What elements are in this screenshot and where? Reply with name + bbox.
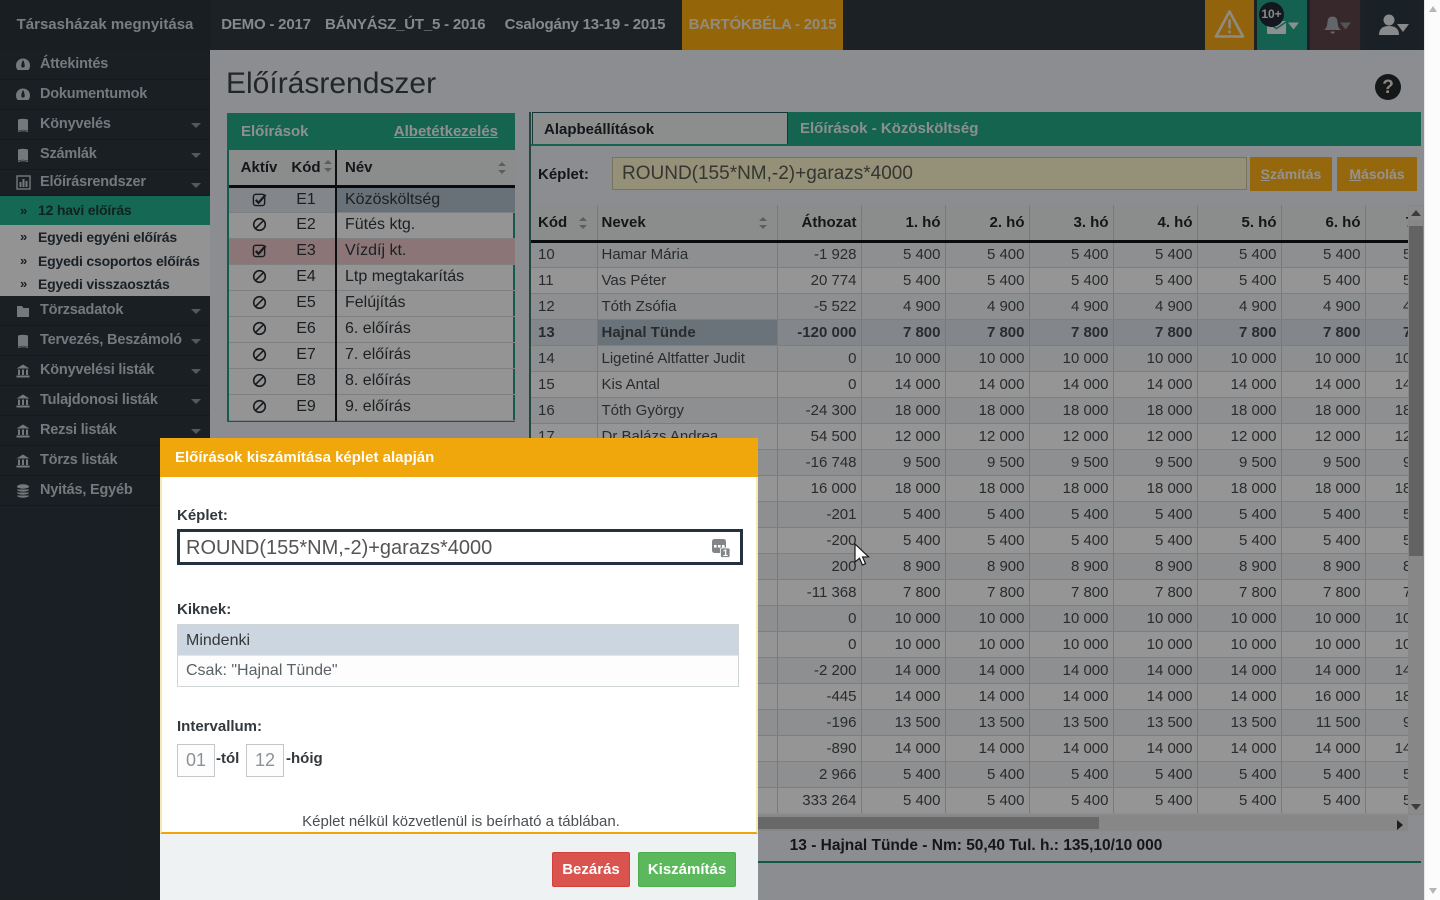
svg-text:1: 1 <box>723 548 729 558</box>
